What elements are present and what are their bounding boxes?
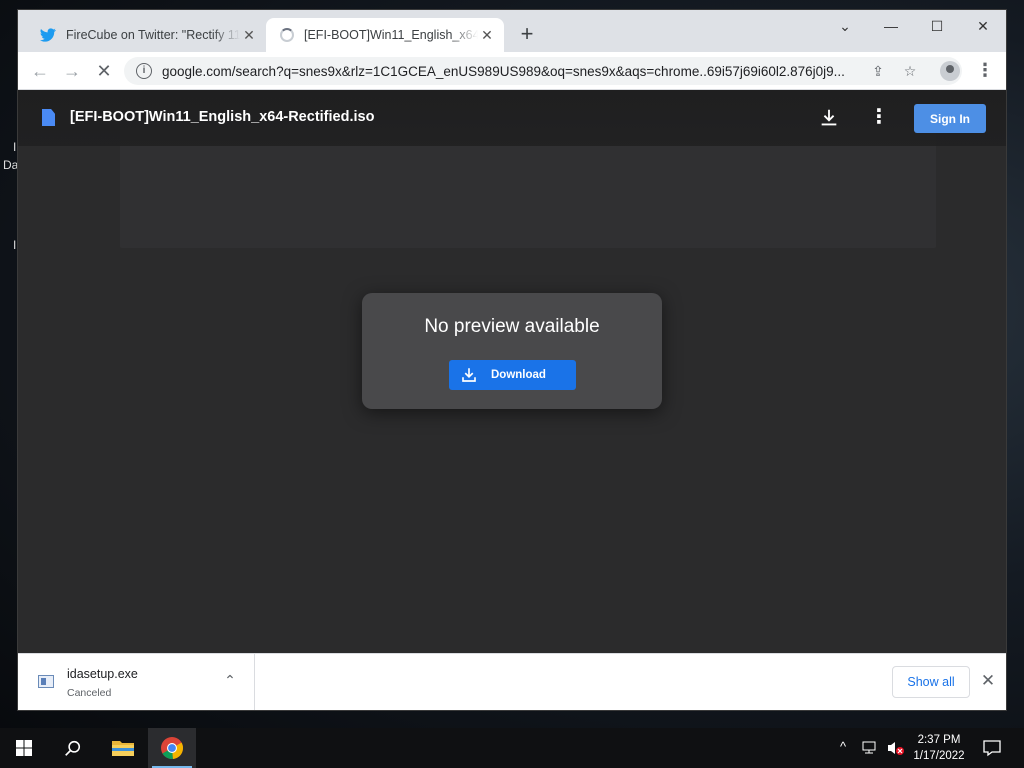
maximize-button[interactable]: ☐ <box>914 10 960 42</box>
maximize-icon: ☐ <box>930 17 944 34</box>
system-clock[interactable]: 2:37 PM 1/17/2022 <box>904 732 974 764</box>
url-text[interactable]: google.com/search?q=snes9x&rlz=1C1GCEA_e… <box>162 64 857 79</box>
file-icon <box>42 109 55 126</box>
tab-close-icon[interactable]: ✕ <box>240 26 258 44</box>
search-icon <box>64 740 80 756</box>
download-item[interactable]: idasetup.exe Canceled ⌃ <box>18 654 255 710</box>
more-vert-icon: ⋮ <box>976 60 994 80</box>
desktop-icon-label-fragment: Da <box>3 158 19 172</box>
download-file-name: idasetup.exe <box>67 667 138 681</box>
chevron-up-icon[interactable]: ⌃ <box>222 672 238 690</box>
desktop-icon-fragment: I <box>13 140 17 154</box>
browser-toolbar: ← → ✕ i google.com/search?q=snes9x&rlz=1… <box>18 52 1006 90</box>
arrow-right-icon: → <box>63 60 81 81</box>
chevron-down-icon: ⌄ <box>839 17 851 34</box>
sign-in-button[interactable]: Sign In <box>914 104 986 133</box>
tab-title: FireCube on Twitter: "Rectify 11 is <box>66 28 240 42</box>
download-status: Canceled <box>67 687 112 699</box>
show-hidden-icons-chevron-icon[interactable]: ^ <box>840 739 846 754</box>
arrow-left-icon: ← <box>31 60 49 81</box>
minimize-icon: — <box>884 18 898 34</box>
stop-loading-button[interactable]: ✕ <box>90 58 118 84</box>
file-preview-viewer: [EFI-BOOT]Win11_English_x64-Rectified.is… <box>18 90 1006 653</box>
download-icon[interactable] <box>818 107 840 129</box>
network-icon[interactable] <box>862 740 880 756</box>
clock-time: 2:37 PM <box>917 734 961 746</box>
search-button[interactable] <box>48 728 96 768</box>
share-icon[interactable]: ⇪ <box>868 63 888 79</box>
new-tab-button[interactable]: + <box>516 23 538 46</box>
tab-firecube-twitter[interactable]: FireCube on Twitter: "Rectify 11 is ✕ <box>26 18 266 52</box>
tab-search-button[interactable]: ⌄ <box>822 10 868 42</box>
viewer-header: [EFI-BOOT]Win11_English_x64-Rectified.is… <box>18 90 1006 146</box>
close-window-button[interactable]: ✕ <box>960 10 1006 42</box>
close-icon: ✕ <box>977 17 989 34</box>
executable-file-icon <box>38 675 54 688</box>
no-preview-dialog: No preview available Download <box>362 293 662 409</box>
twitter-icon <box>40 28 56 42</box>
clock-date: 1/17/2022 <box>913 750 965 762</box>
loading-spinner-icon <box>280 28 294 42</box>
volume-muted-icon[interactable] <box>886 740 906 756</box>
folder-icon <box>112 741 134 756</box>
forward-button[interactable]: → <box>58 58 86 84</box>
show-all-button[interactable]: Show all <box>892 666 970 698</box>
stop-icon: ✕ <box>96 60 112 81</box>
download-icon <box>462 368 476 382</box>
file-explorer-button[interactable] <box>99 728 147 768</box>
start-button[interactable] <box>0 728 48 768</box>
more-options-button[interactable]: ⋮ <box>869 107 889 129</box>
bookmark-star-icon[interactable]: ☆ <box>900 63 920 79</box>
address-bar[interactable]: i google.com/search?q=snes9x&rlz=1C1GCEA… <box>124 57 962 85</box>
chrome-menu-button[interactable]: ⋮ <box>976 60 994 82</box>
site-info-icon[interactable]: i <box>136 63 152 79</box>
viewer-file-name: [EFI-BOOT]Win11_English_x64-Rectified.is… <box>70 109 375 125</box>
downloads-shelf: idasetup.exe Canceled ⌃ Show all ✕ <box>18 653 1006 710</box>
back-button[interactable]: ← <box>26 58 54 84</box>
minimize-button[interactable]: — <box>868 10 914 42</box>
download-button-label: Download <box>491 369 546 381</box>
desktop-icon-fragment-2: I <box>13 238 17 252</box>
more-vert-icon: ⋮ <box>869 106 889 128</box>
chrome-icon <box>161 737 184 760</box>
profile-avatar-icon[interactable] <box>940 61 960 81</box>
notifications-icon[interactable] <box>983 739 1001 757</box>
tab-close-icon[interactable]: ✕ <box>478 26 496 44</box>
chrome-window: FireCube on Twitter: "Rectify 11 is ✕ [E… <box>18 10 1006 710</box>
no-preview-message: No preview available <box>424 316 600 337</box>
download-button[interactable]: Download <box>449 360 576 390</box>
tab-strip: FireCube on Twitter: "Rectify 11 is ✕ [E… <box>18 10 1006 52</box>
chrome-taskbar-button[interactable] <box>148 728 196 768</box>
tab-efi-boot-iso[interactable]: [EFI-BOOT]Win11_English_x64-Rectified.is… <box>266 18 504 52</box>
tab-title: [EFI-BOOT]Win11_English_x64-Rectified.is… <box>304 28 478 42</box>
windows-logo-icon <box>16 740 32 756</box>
taskbar: ^ 2:37 PM 1/17/2022 <box>0 728 1024 768</box>
close-shelf-icon[interactable]: ✕ <box>980 672 996 690</box>
